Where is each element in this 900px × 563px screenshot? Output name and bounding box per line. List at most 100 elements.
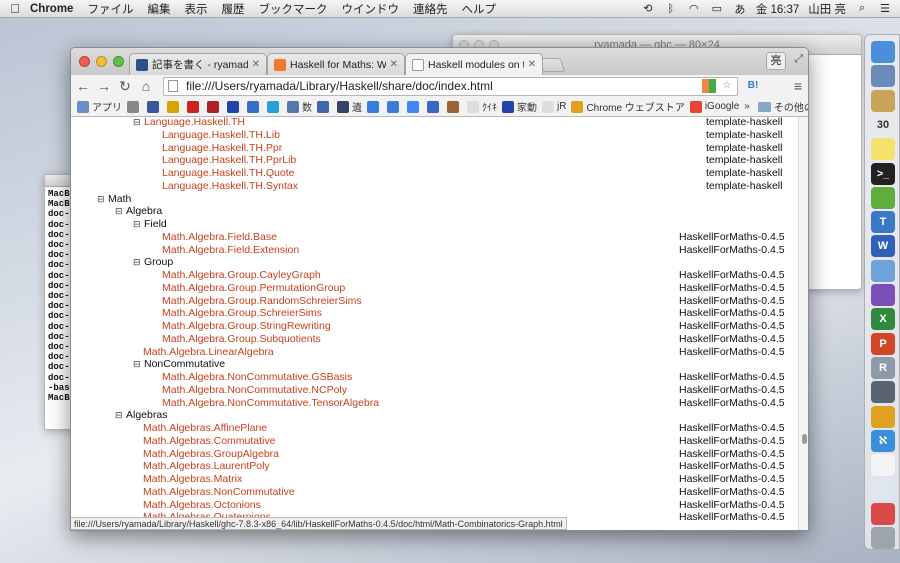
tab-haskell-modules[interactable]: Haskell modules on this sy ✕ xyxy=(405,53,543,75)
collapse-toggle-icon[interactable]: ⊟ xyxy=(133,218,141,231)
trash-icon[interactable] xyxy=(871,527,895,549)
forward-icon[interactable]: → xyxy=(95,78,113,94)
collapse-toggle-icon[interactable]: ⊟ xyxy=(133,117,141,129)
bookmark-item[interactable] xyxy=(367,100,382,113)
network-icon[interactable] xyxy=(871,259,895,282)
tab-close-icon[interactable]: ✕ xyxy=(528,59,536,70)
bookmark-item[interactable] xyxy=(247,100,262,113)
stickies-icon[interactable] xyxy=(871,138,895,161)
apple-menu-icon[interactable]:  xyxy=(0,1,30,16)
address-bar[interactable]: file:///Users/ryamada/Library/Haskell/sh… xyxy=(163,76,738,96)
zoom-window-icon[interactable] xyxy=(113,56,124,67)
module-link[interactable]: Math.Algebra.Field.Extension xyxy=(162,244,299,257)
bookmark-item[interactable] xyxy=(147,100,162,113)
bookmark-item[interactable] xyxy=(227,100,242,113)
screenshot-icon[interactable] xyxy=(871,381,895,404)
bookmark-item[interactable] xyxy=(167,100,182,113)
user-name[interactable]: 山田 亮 xyxy=(808,1,846,17)
collapse-toggle-icon[interactable]: ⊟ xyxy=(133,358,141,371)
notes-icon[interactable] xyxy=(871,89,895,112)
r-icon[interactable]: R xyxy=(871,356,895,379)
preview-icon[interactable] xyxy=(871,65,895,88)
bookmark-item[interactable]: iGoogle xyxy=(689,100,739,113)
bookmark-item[interactable]: Chrome ウェブストア xyxy=(571,99,685,114)
collapse-toggle-icon[interactable]: ⊟ xyxy=(115,409,123,422)
module-link[interactable]: Math.Algebra.Group.StringRewriting xyxy=(162,320,331,333)
tab-blog-editor[interactable]: 記事を書く - ryamadaのコ ✕ xyxy=(129,53,267,75)
other-bookmarks[interactable]: » その他のブックマーク xyxy=(744,99,808,114)
bookmark-item[interactable]: 家動 xyxy=(502,99,537,114)
bookmark-item[interactable]: jR xyxy=(542,100,566,113)
module-link[interactable]: Math.Algebra.NonCommutative.GSBasis xyxy=(162,371,352,384)
powerpoint-icon[interactable]: P xyxy=(871,332,895,355)
bluetooth-icon[interactable]: ᛒ xyxy=(664,3,678,15)
menu-contacts[interactable]: 連絡先 xyxy=(413,1,448,17)
bookmark-item[interactable] xyxy=(267,100,282,113)
home-icon[interactable]: ⌂ xyxy=(137,78,155,94)
hatena-bookmark-button[interactable]: B! xyxy=(746,79,760,93)
module-link[interactable]: Math.Algebra.Field.Base xyxy=(162,231,277,244)
bookmark-item[interactable] xyxy=(387,100,402,113)
excel-icon[interactable]: X xyxy=(871,308,895,331)
downloads-icon[interactable] xyxy=(871,478,895,501)
firefox-icon[interactable] xyxy=(871,284,895,306)
module-link[interactable]: Math.Algebras.LaurentPoly xyxy=(143,460,270,473)
bookmark-star-icon[interactable]: ☆ xyxy=(720,79,734,93)
bookmark-item[interactable]: アプリ xyxy=(77,99,122,114)
collapse-toggle-icon[interactable]: ⊟ xyxy=(97,193,105,206)
module-link[interactable]: Language.Haskell.TH.Lib xyxy=(162,129,280,142)
input-method-icon[interactable]: あ xyxy=(733,1,747,17)
reload-icon[interactable]: ↻ xyxy=(116,78,134,95)
chrome-icon[interactable] xyxy=(871,405,895,428)
tab-haskell-for-maths[interactable]: Haskell for Maths: Welcom ✕ xyxy=(267,53,405,75)
stack-icon[interactable] xyxy=(871,502,895,525)
clock[interactable]: 金 16:37 xyxy=(756,1,799,17)
module-link[interactable]: Math.Algebra.Group.Subquotients xyxy=(162,333,321,346)
document-icon[interactable] xyxy=(871,454,895,477)
notification-center-icon[interactable]: ☰ xyxy=(878,2,892,15)
module-link[interactable]: Language.Haskell.TH xyxy=(144,117,245,129)
word-icon[interactable]: W xyxy=(871,235,895,258)
app-green-icon[interactable] xyxy=(871,186,895,209)
module-link[interactable]: Math.Algebra.LinearAlgebra xyxy=(143,346,274,359)
bookmark-item[interactable] xyxy=(127,100,142,113)
finder-icon[interactable] xyxy=(871,41,895,63)
module-link[interactable]: Math.Algebras.Matrix xyxy=(143,473,242,486)
xcode-icon[interactable]: ℵ xyxy=(871,429,895,452)
module-link[interactable]: Math.Algebra.Group.RandomSchreierSims xyxy=(162,295,362,308)
profile-button[interactable]: 亮 xyxy=(766,52,786,70)
module-link[interactable]: Math.Algebras.GroupAlgebra xyxy=(143,448,279,461)
module-link[interactable]: Language.Haskell.TH.Ppr xyxy=(162,142,282,155)
app-menu[interactable]: Chrome xyxy=(30,3,73,15)
module-link[interactable]: Language.Haskell.TH.PprLib xyxy=(162,154,296,167)
time-machine-icon[interactable]: ⟲ xyxy=(641,2,655,15)
bookmark-item[interactable]: 数 xyxy=(287,99,312,114)
module-link[interactable]: Math.Algebras.Octonions xyxy=(143,499,261,512)
module-link[interactable]: Math.Algebra.Group.PermutationGroup xyxy=(162,282,345,295)
module-link[interactable]: Math.Algebra.NonCommutative.TensorAlgebr… xyxy=(162,397,379,410)
more-bookmarks-icon[interactable]: » xyxy=(744,101,750,112)
bookmark-item[interactable] xyxy=(427,100,442,113)
module-link[interactable]: Math.Algebras.AffinePlane xyxy=(143,422,267,435)
module-link[interactable]: Language.Haskell.TH.Quote xyxy=(162,167,295,180)
menu-history[interactable]: 履歴 xyxy=(221,1,244,17)
tab-close-icon[interactable]: ✕ xyxy=(390,59,398,70)
scrollbar-thumb[interactable] xyxy=(802,434,807,444)
spotlight-icon[interactable]: ⌕ xyxy=(855,2,869,15)
minimize-window-icon[interactable] xyxy=(96,56,107,67)
menu-view[interactable]: 表示 xyxy=(184,1,207,17)
vertical-scrollbar[interactable] xyxy=(798,117,808,530)
fullscreen-icon[interactable]: ⤢ xyxy=(794,53,803,66)
bookmark-item[interactable] xyxy=(207,100,222,113)
bookmark-item[interactable] xyxy=(447,100,462,113)
module-link[interactable]: Math.Algebra.Group.CayleyGraph xyxy=(162,269,321,282)
module-link[interactable]: Math.Algebra.NonCommutative.NCPoly xyxy=(162,384,347,397)
wifi-icon[interactable]: ◠ xyxy=(687,2,701,15)
calendar-icon[interactable]: 30 xyxy=(871,113,895,136)
textwrangler-icon[interactable]: T xyxy=(871,211,895,234)
menu-window[interactable]: ウインドウ xyxy=(341,1,399,17)
menu-bookmarks[interactable]: ブックマーク xyxy=(258,1,327,17)
menu-edit[interactable]: 編集 xyxy=(147,1,170,17)
module-link[interactable]: Language.Haskell.TH.Syntax xyxy=(162,180,298,193)
collapse-toggle-icon[interactable]: ⊟ xyxy=(115,205,123,218)
